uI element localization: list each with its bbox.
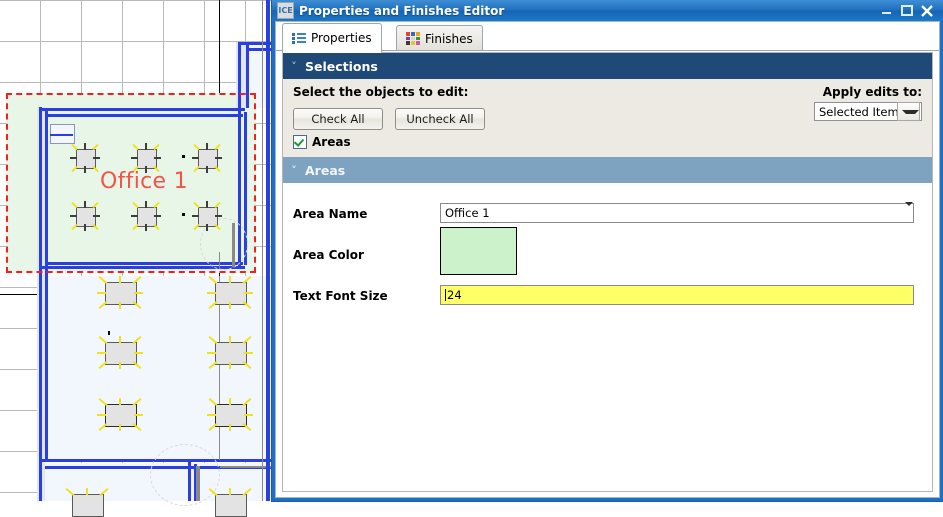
interior-line (262, 0, 263, 501)
chevron-down-icon[interactable] (897, 102, 920, 121)
check-all-button[interactable]: Check All (293, 108, 383, 130)
area-name-label: Office 1 (100, 169, 188, 194)
dialog-titlebar[interactable]: ICE Properties and Finishes Editor (272, 0, 943, 21)
tab-strip: Properties Finishes (276, 22, 939, 53)
text-font-size-label: Text Font Size (293, 289, 388, 303)
text-font-size-value: 24 (447, 288, 462, 302)
areas-checkbox-label: Areas (312, 135, 351, 149)
tab-finishes[interactable]: Finishes (396, 25, 483, 51)
tab-finishes-label: Finishes (425, 31, 473, 46)
selection-buttons: Check All Uncheck All (293, 108, 485, 130)
list-icon (292, 32, 306, 44)
areas-header-label: Areas (305, 162, 346, 178)
color-swatch-icon (406, 32, 420, 45)
selections-section-body: Select the objects to edit: Check All Un… (283, 79, 932, 157)
text-caret (445, 289, 446, 301)
text-font-size-input[interactable]: 24 (440, 285, 914, 305)
properties-and-finishes-dialog[interactable]: ICE Properties and Finishes Editor Prope… (272, 0, 943, 501)
ice-app-icon: ICE (277, 2, 294, 19)
chevron-down-icon[interactable]: ˅ (283, 164, 305, 177)
tab-properties[interactable]: Properties (282, 23, 382, 53)
field-row-area-color: Area Color (283, 223, 932, 283)
area-color-label: Area Color (293, 248, 364, 262)
cursor-marker (108, 331, 110, 335)
area-name-label: Area Name (293, 207, 368, 221)
minimize-icon[interactable] (880, 4, 893, 17)
apply-edits-label: Apply edits to: (822, 85, 922, 99)
areas-form: Area Name Office 1 Area Color Text Font … (283, 183, 932, 433)
area-name-value: Office 1 (445, 206, 490, 220)
areas-section-header[interactable]: ˅ Areas (283, 157, 932, 183)
areas-checkbox[interactable] (293, 135, 307, 149)
maximize-icon[interactable] (900, 4, 913, 17)
area-color-swatch[interactable] (440, 227, 517, 275)
uncheck-all-button[interactable]: Uncheck All (395, 108, 485, 130)
window-controls (880, 4, 934, 18)
wall-segment (39, 269, 42, 501)
properties-panel: ˅ Selections Select the objects to edit:… (282, 52, 933, 492)
wall-segment-right-edge (266, 0, 270, 501)
chevron-down-icon[interactable] (905, 202, 913, 220)
field-row-text-font-size: Text Font Size 24 (283, 285, 932, 309)
chevron-down-icon[interactable]: ˅ (283, 60, 305, 73)
apply-edits-dropdown[interactable]: Selected Items (814, 102, 922, 121)
door-swing-arc (150, 444, 220, 506)
wall-segment (45, 269, 48, 462)
close-icon[interactable] (920, 4, 934, 18)
selections-instruction: Select the objects to edit: (293, 85, 469, 99)
dialog-body: Properties Finishes ˅ Selections Select (275, 21, 940, 498)
selections-header-label: Selections (305, 58, 378, 74)
tab-properties-label: Properties (311, 31, 372, 45)
dialog-title: Properties and Finishes Editor (299, 3, 505, 18)
apply-edits-group: Apply edits to: Selected Items (814, 85, 922, 121)
areas-checkbox-row[interactable]: Areas (293, 135, 351, 149)
selections-section-header[interactable]: ˅ Selections (283, 53, 932, 79)
apply-edits-value: Selected Items (819, 104, 897, 119)
area-name-combobox[interactable]: Office 1 (440, 202, 914, 223)
wall-gray-segment (220, 466, 272, 468)
